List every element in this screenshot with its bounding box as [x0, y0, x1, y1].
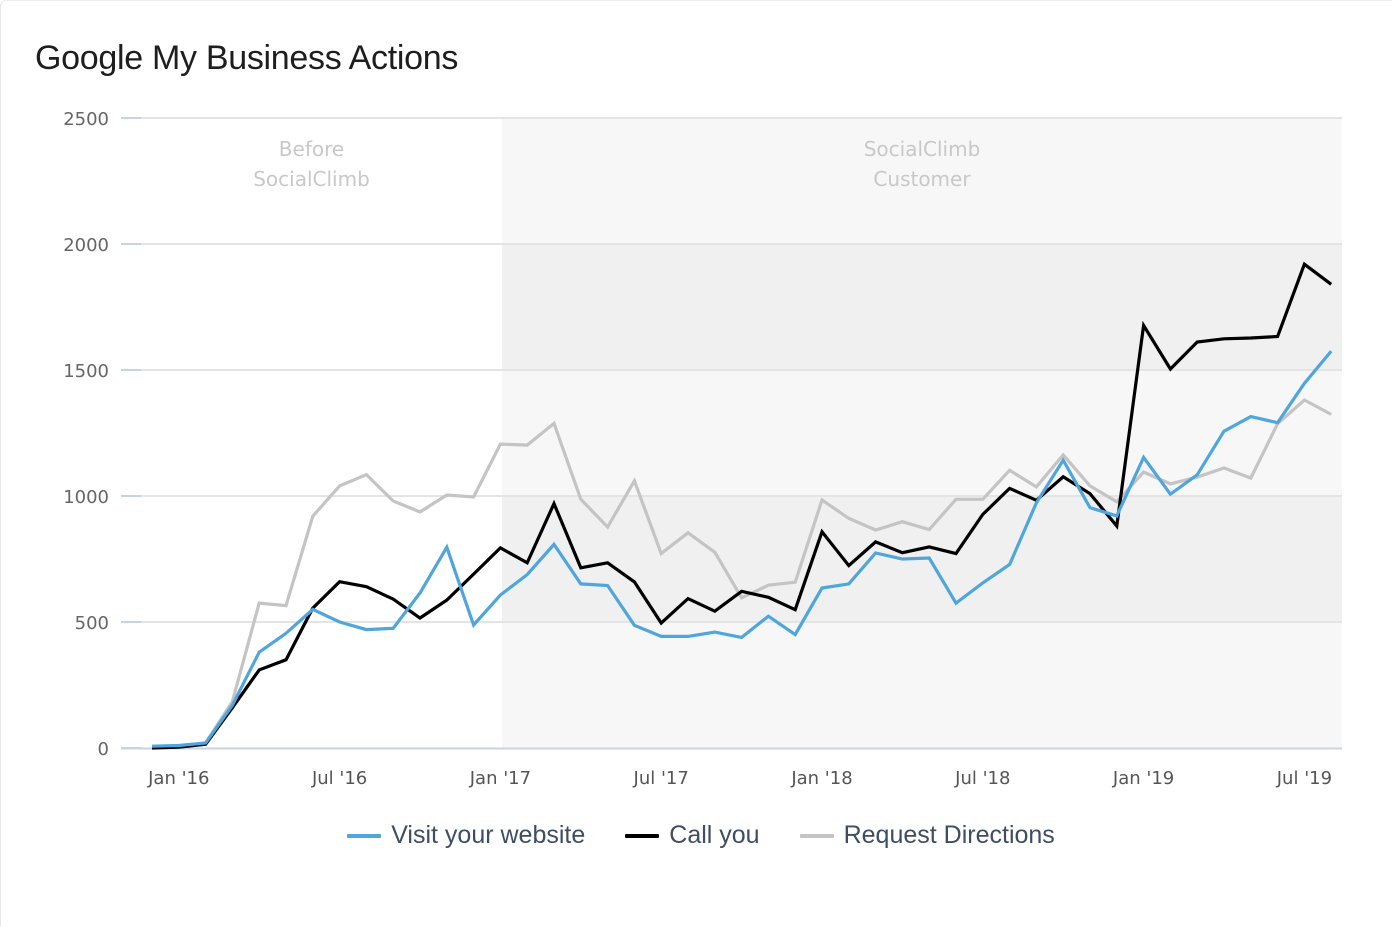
legend: Visit your website Call you Request Dire…: [5, 821, 1392, 850]
legend-item-visit-website[interactable]: Visit your website: [347, 821, 585, 850]
plot-band-label: Customer: [873, 167, 971, 191]
x-axis: Jan '16 Jul '16 Jan '17 Jul '17 Jan '18 Jul '…: [121, 749, 1342, 790]
plot-band-row: [502, 622, 1342, 748]
x-tick-label: Jan '19: [1112, 768, 1174, 789]
legend-label: Call you: [669, 821, 759, 850]
legend-swatch-icon: [800, 834, 834, 838]
y-tick-label: 2000: [63, 235, 109, 256]
y-tick-label: 1500: [63, 361, 109, 382]
y-tick-label: 0: [98, 739, 109, 760]
line-chart: Before SocialClimb SocialClimb Customer 0 50…: [1, 1, 1392, 927]
y-tick-label: 2500: [63, 109, 109, 130]
x-tick-label: Jul '19: [1276, 768, 1332, 789]
plot-band-row: [502, 370, 1342, 496]
legend-item-request-directions[interactable]: Request Directions: [800, 821, 1055, 850]
plot-bands: [502, 118, 1342, 748]
y-tick-label: 500: [75, 613, 109, 634]
legend-label: Visit your website: [391, 821, 585, 850]
x-tick-label: Jan '17: [469, 768, 531, 789]
legend-swatch-icon: [625, 834, 659, 838]
x-tick-label: Jul '18: [954, 768, 1010, 789]
chart-card: Google My Business Actions BeforeSocialC…: [0, 0, 1392, 926]
plot-band-row: [502, 244, 1342, 370]
plot-band-label: Before: [279, 137, 344, 161]
x-tick-label: Jan '18: [790, 768, 852, 789]
plot-band-label: SocialClimb: [864, 137, 981, 161]
x-tick-label: Jan '16: [147, 768, 209, 789]
x-tick-label: Jul '17: [633, 768, 689, 789]
y-axis: 0 500 1000 1500 2000 2500: [63, 109, 109, 760]
legend-item-call-you[interactable]: Call you: [625, 821, 759, 850]
plot-band-label: SocialClimb: [253, 167, 370, 191]
legend-swatch-icon: [347, 834, 381, 838]
legend-label: Request Directions: [844, 821, 1055, 850]
y-tick-label: 1000: [63, 487, 109, 508]
x-tick-label: Jul '16: [311, 768, 367, 789]
